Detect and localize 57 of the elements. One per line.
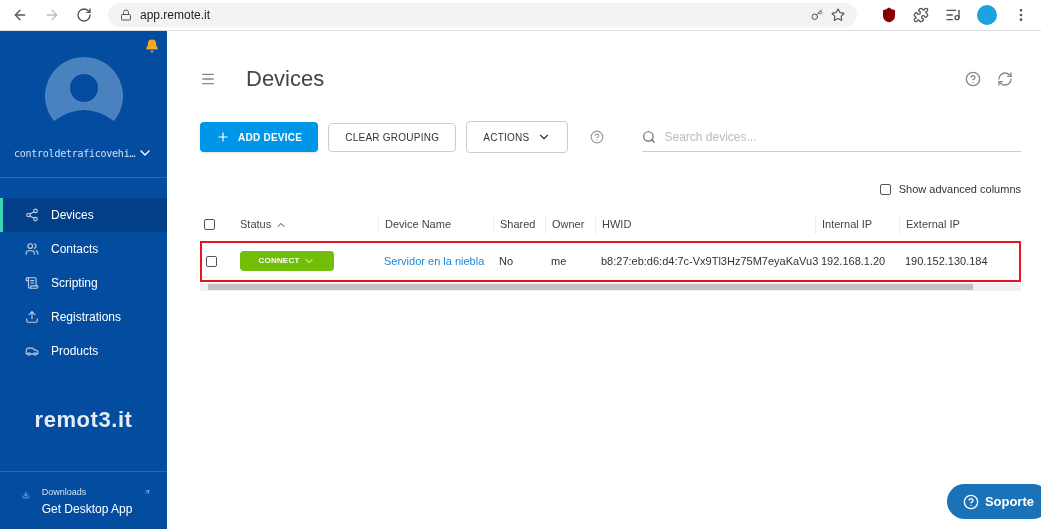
column-header[interactable]: HWID — [602, 216, 632, 233]
downloads-panel[interactable]: Downloads Get Desktop App — [0, 471, 167, 529]
plus-icon — [216, 130, 230, 144]
sidebar-item[interactable]: Contacts — [0, 232, 167, 266]
lock-icon — [120, 9, 132, 21]
search-field[interactable]: Search devices... — [664, 127, 1021, 146]
column-header[interactable]: Internal IP — [822, 216, 873, 233]
reload-icon[interactable] — [76, 7, 92, 23]
table-cell: b8:27:eb:d6:d4:7c-Vx9Tl3Hz75M7eyaKaVu3 — [601, 254, 819, 267]
sidebar-item[interactable]: Devices — [0, 198, 167, 232]
sidebar-item[interactable]: Scripting — [0, 266, 167, 300]
help-icon[interactable] — [965, 70, 981, 87]
upload-icon — [25, 310, 39, 324]
playlist-icon[interactable] — [945, 7, 961, 23]
table-cell: 192.168.1.20 — [821, 254, 886, 267]
row-checkbox[interactable] — [206, 255, 217, 267]
select-all-checkbox[interactable] — [204, 219, 215, 230]
table-cell: 190.152.130.184 — [905, 254, 988, 267]
puzzle-icon[interactable] — [913, 7, 929, 23]
shield-icon[interactable] — [881, 7, 897, 23]
sidebar-item[interactable]: Registrations — [0, 300, 167, 334]
downloads-caption: Downloads — [41, 486, 88, 499]
column-header[interactable]: Status — [240, 216, 272, 233]
device-name-link[interactable]: Servidor en la niebla — [384, 254, 485, 267]
sidebar-item[interactable]: Products — [0, 334, 167, 368]
table-cell: No — [499, 254, 514, 267]
column-header[interactable]: Device Name — [385, 216, 452, 233]
help-icon[interactable] — [590, 130, 605, 144]
desktop-app-link[interactable]: Get Desktop App — [41, 499, 133, 518]
advanced-columns-label: Show advanced columns — [898, 182, 1021, 197]
support-button[interactable]: Soporte — [946, 484, 1041, 519]
search-icon — [642, 129, 657, 144]
network-icon — [25, 208, 39, 222]
profile-avatar[interactable] — [977, 5, 997, 25]
actions-button[interactable]: ACTIONS — [466, 121, 569, 153]
car-icon — [25, 344, 39, 358]
horizontal-scrollbar[interactable] — [200, 282, 1021, 291]
key-icon[interactable] — [811, 9, 823, 21]
logo-text: remot3.it — [34, 406, 133, 434]
device-row[interactable]: CONNECT Servidor en la niebla No me b8:27:eb:d6:d4:7c-Vx9Tl3Hz75M7eyaKaVu3 192.168.1.20 190.152.130.184 — [200, 240, 1021, 282]
clear-grouping-button[interactable]: CLEAR GROUPING — [328, 122, 457, 152]
page-title: Devices — [246, 65, 325, 93]
back-icon[interactable] — [12, 7, 28, 23]
star-icon[interactable] — [831, 8, 845, 22]
bell-icon[interactable] — [145, 39, 159, 53]
advanced-columns-checkbox[interactable] — [879, 183, 891, 195]
column-header[interactable]: Owner — [552, 216, 585, 233]
username-text: controldetraficovehi… — [14, 146, 136, 161]
scroll-icon — [25, 276, 39, 290]
url-text: app.remote.it — [140, 7, 211, 24]
column-header[interactable]: External IP — [906, 216, 960, 233]
refresh-icon[interactable] — [997, 70, 1013, 87]
help-icon — [962, 493, 979, 510]
address-bar[interactable]: app.remote.it — [108, 3, 857, 27]
table-cell: me — [551, 254, 567, 267]
people-icon — [25, 242, 39, 256]
column-header[interactable]: Shared — [500, 216, 536, 233]
